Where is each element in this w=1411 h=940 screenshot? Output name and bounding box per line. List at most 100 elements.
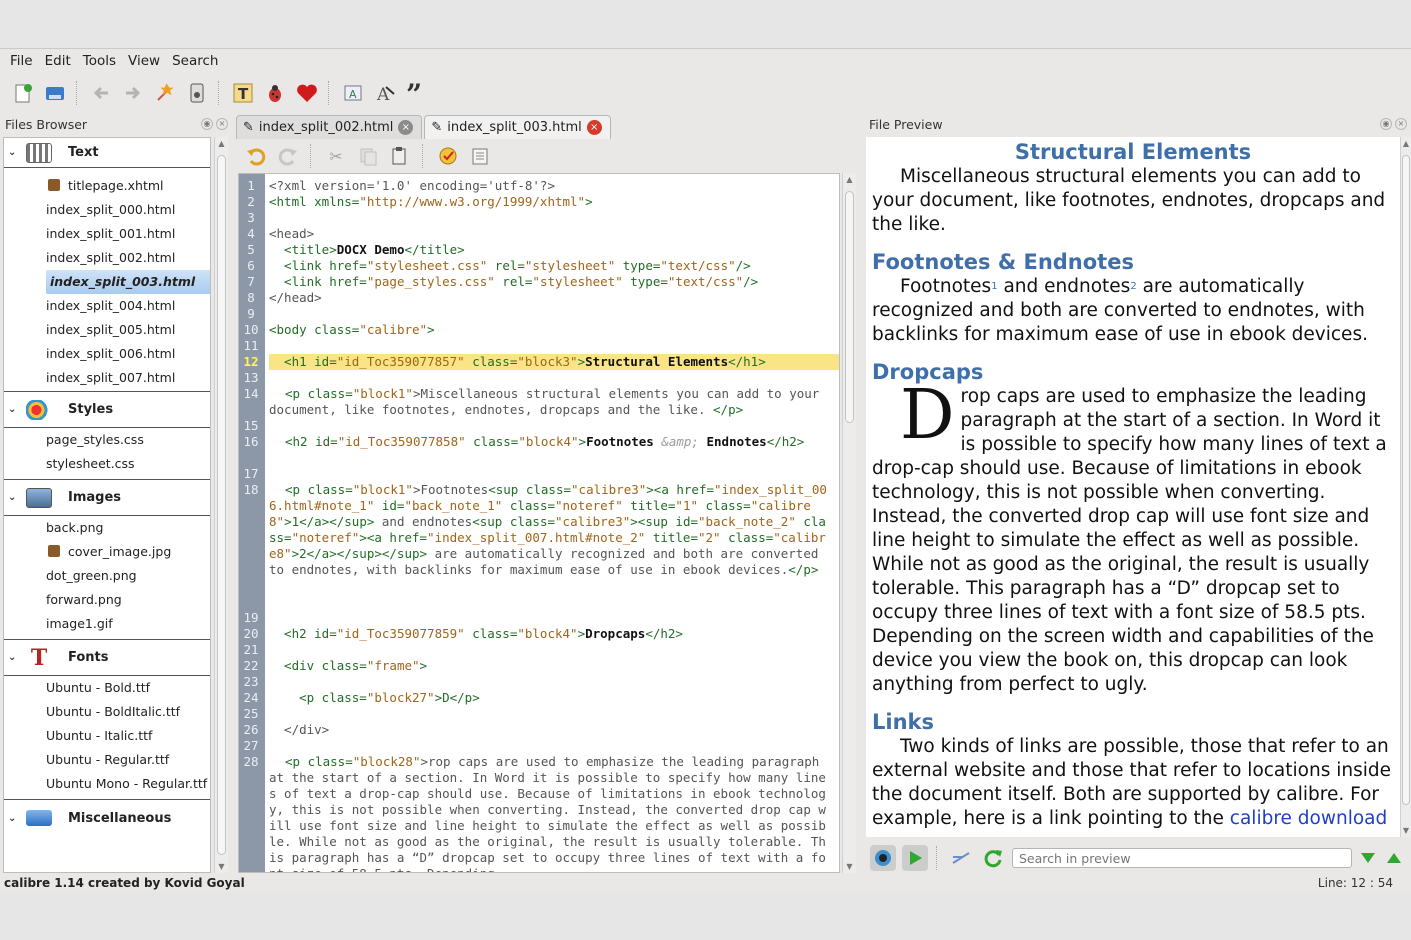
list-item[interactable]: index_split_001.html bbox=[4, 222, 210, 246]
undo-icon[interactable] bbox=[244, 144, 268, 168]
preview-scrollbar[interactable]: ▲ ▼ bbox=[1400, 137, 1411, 837]
find-next-icon[interactable] bbox=[1358, 845, 1378, 871]
list-item[interactable]: page_styles.css bbox=[4, 428, 210, 452]
scroll-down-icon[interactable]: ▼ bbox=[215, 862, 228, 871]
list-item[interactable]: cover_image.jpg bbox=[4, 540, 210, 564]
pretty-print-icon[interactable] bbox=[436, 144, 460, 168]
close-panel-icon[interactable]: × bbox=[216, 118, 228, 130]
menu-tools[interactable]: Tools bbox=[77, 53, 122, 69]
list-item[interactable]: Ubuntu - Regular.ttf bbox=[4, 748, 210, 772]
float-panel-icon[interactable]: ◉ bbox=[1380, 118, 1392, 130]
bug-icon[interactable] bbox=[262, 80, 288, 106]
refresh-icon[interactable] bbox=[980, 845, 1006, 871]
svg-text:”: ” bbox=[406, 82, 422, 104]
code-token: "block1" bbox=[352, 482, 413, 497]
calibre-download-link[interactable]: calibre download bbox=[1230, 808, 1387, 829]
list-item[interactable]: index_split_004.html bbox=[4, 294, 210, 318]
search-in-preview-input[interactable] bbox=[1012, 848, 1352, 868]
scroll-down-icon[interactable]: ▼ bbox=[1401, 826, 1411, 835]
book-icon[interactable] bbox=[184, 80, 210, 106]
insert-tag-icon[interactable] bbox=[468, 144, 492, 168]
chevron-down-icon[interactable]: ⌄ bbox=[8, 652, 26, 663]
list-item[interactable]: index_split_006.html bbox=[4, 342, 210, 366]
code-token: ><a href= bbox=[646, 482, 715, 497]
scroll-thumb[interactable] bbox=[217, 155, 226, 855]
list-item[interactable]: stylesheet.css bbox=[4, 452, 210, 480]
list-item[interactable]: index_split_000.html bbox=[4, 198, 210, 222]
code-token: >rop caps are used to emphasize the lead… bbox=[269, 754, 826, 872]
smart-quotes-icon[interactable]: ” bbox=[404, 80, 430, 106]
spellcheck-icon[interactable]: A bbox=[340, 80, 366, 106]
list-item-selected[interactable]: index_split_003.html bbox=[46, 270, 210, 294]
menu-edit[interactable]: Edit bbox=[39, 53, 77, 69]
scroll-up-icon[interactable]: ▲ bbox=[215, 139, 228, 148]
chevron-down-icon[interactable]: ⌄ bbox=[8, 492, 26, 503]
category-misc[interactable]: ⌄ Miscellaneous bbox=[4, 800, 210, 836]
find-previous-icon[interactable] bbox=[1384, 845, 1404, 871]
copy-icon[interactable] bbox=[356, 144, 380, 168]
list-item[interactable]: back.png bbox=[4, 516, 210, 540]
category-images[interactable]: ⌄ Images bbox=[4, 480, 210, 516]
heart-icon[interactable] bbox=[294, 80, 320, 106]
code-token: "id_Toc359077858" bbox=[337, 434, 466, 449]
chevron-down-icon[interactable]: ⌄ bbox=[8, 813, 26, 824]
list-item[interactable]: dot_green.png bbox=[4, 564, 210, 588]
code-token: "block27" bbox=[366, 690, 435, 705]
preview-content[interactable]: Structural Elements Miscellaneous struct… bbox=[866, 137, 1400, 837]
code-token: class= bbox=[464, 354, 518, 369]
play-icon[interactable] bbox=[902, 845, 928, 871]
list-item[interactable]: index_split_007.html bbox=[4, 366, 210, 392]
float-panel-icon[interactable]: ◉ bbox=[201, 118, 213, 130]
files-scrollbar[interactable]: ▲ ▼ bbox=[214, 137, 228, 873]
status-message: calibre 1.14 created by Kovid Goyal bbox=[4, 876, 245, 890]
category-text[interactable]: ⌄ Text bbox=[4, 138, 210, 168]
new-file-icon[interactable] bbox=[10, 80, 36, 106]
forward-arrow-icon[interactable] bbox=[120, 80, 146, 106]
font-tool-icon[interactable]: A bbox=[372, 80, 398, 106]
code-token: ><a href= bbox=[359, 530, 428, 545]
menu-file[interactable]: File bbox=[4, 53, 39, 69]
text-category-icon bbox=[26, 142, 52, 163]
scroll-up-icon[interactable]: ▲ bbox=[1401, 139, 1411, 148]
scroll-thumb[interactable] bbox=[845, 191, 854, 423]
list-item[interactable]: image1.gif bbox=[4, 612, 210, 640]
scroll-down-icon[interactable]: ▼ bbox=[843, 862, 856, 871]
code-token: "stylesheet" bbox=[532, 274, 623, 289]
cut-icon[interactable]: ✂ bbox=[324, 144, 348, 168]
list-item[interactable]: Ubuntu - Bold.ttf bbox=[4, 676, 210, 700]
scroll-thumb[interactable] bbox=[1402, 155, 1410, 805]
category-styles[interactable]: ⌄ Styles bbox=[4, 392, 210, 428]
tab-index-split-002[interactable]: ✎ index_split_002.html × bbox=[236, 115, 423, 139]
list-item[interactable]: titlepage.xhtml bbox=[4, 174, 210, 198]
scroll-up-icon[interactable]: ▲ bbox=[843, 175, 856, 184]
menu-view[interactable]: View bbox=[122, 53, 166, 69]
menu-search[interactable]: Search bbox=[166, 53, 224, 69]
code-area[interactable]: 1 <?xml version='1.0' encoding='utf-8'?> … bbox=[238, 173, 840, 873]
redo-icon[interactable] bbox=[276, 144, 300, 168]
list-item[interactable]: index_split_005.html bbox=[4, 318, 210, 342]
list-item[interactable]: Ubuntu Mono - Regular.ttf bbox=[4, 772, 210, 800]
split-icon[interactable] bbox=[948, 845, 974, 871]
list-item[interactable]: forward.png bbox=[4, 588, 210, 612]
code-token: >Footnotes bbox=[412, 482, 489, 497]
paste-icon[interactable] bbox=[388, 144, 412, 168]
save-icon[interactable] bbox=[42, 80, 68, 106]
back-arrow-icon[interactable] bbox=[88, 80, 114, 106]
code-token: DOCX Demo bbox=[336, 242, 405, 257]
editor-scrollbar[interactable]: ▲ ▼ bbox=[842, 173, 856, 873]
auto-reload-icon[interactable] bbox=[870, 845, 896, 871]
close-tab-icon[interactable]: × bbox=[586, 120, 602, 135]
close-tab-icon[interactable]: × bbox=[398, 120, 414, 135]
list-item[interactable]: Ubuntu - Italic.ttf bbox=[4, 724, 210, 748]
code-token: <link href= bbox=[269, 258, 367, 273]
list-item[interactable]: Ubuntu - BoldItalic.ttf bbox=[4, 700, 210, 724]
close-panel-icon[interactable]: × bbox=[1395, 118, 1407, 130]
text-tools-icon[interactable]: T bbox=[230, 80, 256, 106]
code-token: "back_note_2" bbox=[698, 514, 796, 529]
chevron-down-icon[interactable]: ⌄ bbox=[8, 404, 26, 415]
tab-index-split-003[interactable]: ✎ index_split_003.html × bbox=[424, 115, 611, 139]
chevron-down-icon[interactable]: ⌄ bbox=[8, 147, 26, 158]
list-item[interactable]: index_split_002.html bbox=[4, 246, 210, 270]
checkpoint-icon[interactable] bbox=[152, 80, 178, 106]
category-fonts[interactable]: ⌄ T Fonts bbox=[4, 640, 210, 676]
